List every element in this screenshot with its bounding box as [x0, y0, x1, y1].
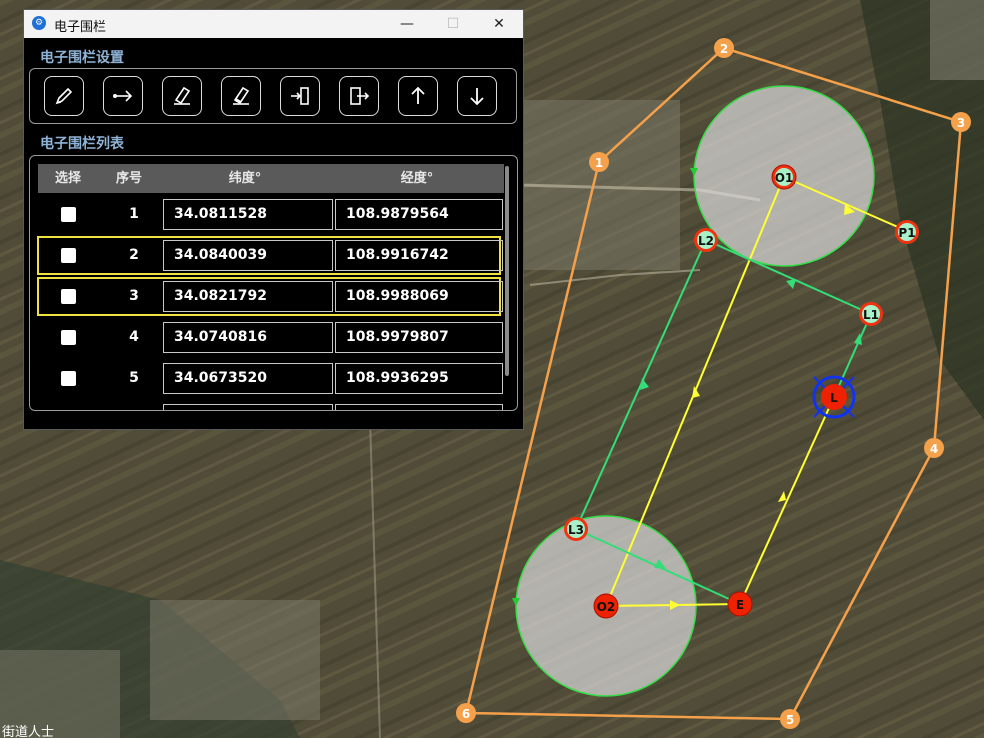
arrow-right-icon — [113, 90, 133, 102]
row-checkbox[interactable] — [61, 289, 76, 304]
export-button[interactable] — [339, 76, 379, 116]
import-icon — [291, 87, 309, 105]
arrow-down-icon — [470, 88, 484, 106]
move-up-button[interactable] — [398, 76, 438, 116]
row-index: 3 — [129, 288, 139, 304]
header-longitude: 经度° — [400, 171, 434, 186]
table-row[interactable]: 1 34.0811528 108.9879564 — [38, 196, 503, 233]
list-scrollbar[interactable] — [505, 166, 509, 376]
longitude-field[interactable]: 108.9879564 — [335, 199, 503, 230]
close-button[interactable]: ✕ — [476, 12, 522, 36]
pen-icon — [55, 87, 73, 105]
route-button[interactable] — [103, 76, 143, 116]
window-title: 电子围栏 — [54, 20, 107, 35]
minimize-button[interactable]: — — [384, 12, 430, 36]
table-row[interactable]: 3 34.0821792 108.9988069 — [37, 277, 503, 316]
maximize-button[interactable]: ☐ — [430, 12, 476, 36]
export-icon — [350, 87, 370, 105]
latitude-field[interactable]: 34.0740816 — [163, 322, 333, 353]
fence-toolbar — [29, 68, 517, 124]
move-down-button[interactable] — [457, 76, 497, 116]
table-row[interactable]: 4 34.0740816 108.9979807 — [38, 319, 503, 356]
table-row-partial[interactable] — [38, 401, 503, 410]
eraser-icon — [174, 86, 191, 105]
row-checkbox[interactable] — [61, 207, 76, 222]
title-bar: ⚙ 电子围栏 — ☐ ✕ — [24, 10, 523, 38]
arrow-up-icon — [411, 86, 425, 104]
latitude-field[interactable]: 34.0821792 — [163, 281, 333, 312]
latitude-field[interactable] — [163, 404, 333, 410]
header-index: 序号 — [115, 171, 142, 186]
row-index: 5 — [129, 370, 139, 386]
draw-button[interactable] — [44, 76, 84, 116]
longitude-field[interactable]: 108.9936295 — [335, 363, 503, 394]
longitude-field[interactable]: 108.9916742 — [335, 240, 503, 271]
geofence-window: ⚙ 电子围栏 — ☐ ✕ 电子围栏设置 电子围栏列表 选择 序号 纬度° 经度°… — [23, 9, 524, 430]
table-header: 选择 序号 纬度° 经度° — [38, 164, 504, 193]
clear-button[interactable] — [221, 76, 261, 116]
erase-button[interactable] — [162, 76, 202, 116]
latitude-field[interactable]: 34.0840039 — [163, 240, 333, 271]
row-checkbox[interactable] — [61, 330, 76, 345]
header-latitude: 纬度° — [228, 171, 262, 186]
longitude-field[interactable] — [335, 404, 503, 410]
row-index: 4 — [129, 329, 139, 345]
longitude-field[interactable]: 108.9979807 — [335, 322, 503, 353]
import-button[interactable] — [280, 76, 320, 116]
settings-section-title: 电子围栏设置 — [40, 50, 124, 66]
table-row[interactable]: 2 34.0840039 108.9916742 — [37, 236, 503, 275]
latitude-field[interactable]: 34.0673520 — [163, 363, 333, 394]
row-checkbox[interactable] — [61, 371, 76, 386]
table-row[interactable]: 5 34.0673520 108.9936295 — [38, 360, 503, 397]
fence-list: 选择 序号 纬度° 经度° 1 34.0811528 108.9879564 2… — [29, 155, 518, 411]
app-icon: ⚙ — [32, 16, 46, 30]
row-checkbox[interactable] — [61, 248, 76, 263]
loiter-circle-top — [693, 85, 875, 267]
row-index: 2 — [129, 247, 139, 263]
row-index: 1 — [129, 206, 139, 222]
longitude-field[interactable]: 108.9988069 — [335, 281, 503, 312]
latitude-field[interactable]: 34.0811528 — [163, 199, 333, 230]
eraser-clear-icon — [233, 86, 250, 105]
header-select: 选择 — [54, 171, 81, 186]
list-section-title: 电子围栏列表 — [40, 136, 124, 152]
